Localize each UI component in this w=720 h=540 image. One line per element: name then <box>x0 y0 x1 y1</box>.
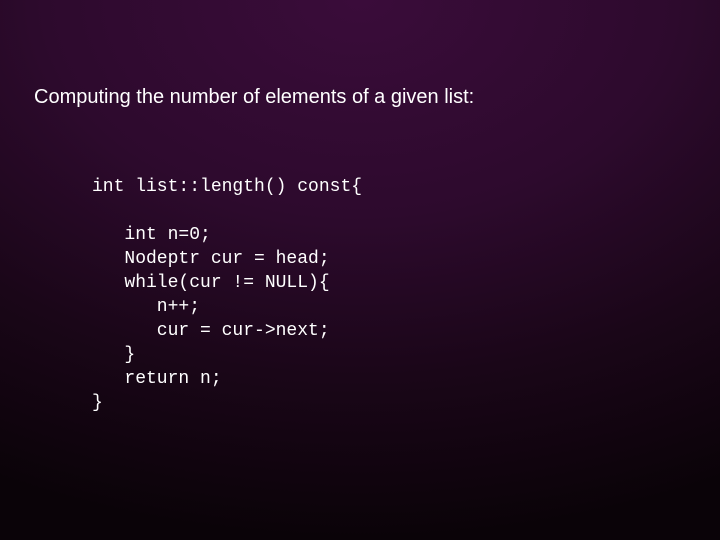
code-line: return n; <box>92 369 222 389</box>
code-line: } <box>92 345 135 365</box>
slide-title: Computing the number of elements of a gi… <box>34 86 474 109</box>
code-line: n++; <box>92 297 200 317</box>
code-line: int list::length() const{ <box>92 177 362 197</box>
code-line: while(cur != NULL){ <box>92 273 330 293</box>
code-line: int n=0; <box>92 225 211 245</box>
code-line: cur = cur->next; <box>92 321 330 341</box>
code-line: } <box>92 393 103 413</box>
code-line: Nodeptr cur = head; <box>92 249 330 269</box>
slide: Computing the number of elements of a gi… <box>0 0 720 540</box>
code-block: int list::length() const{ int n=0; Nodep… <box>92 175 362 415</box>
